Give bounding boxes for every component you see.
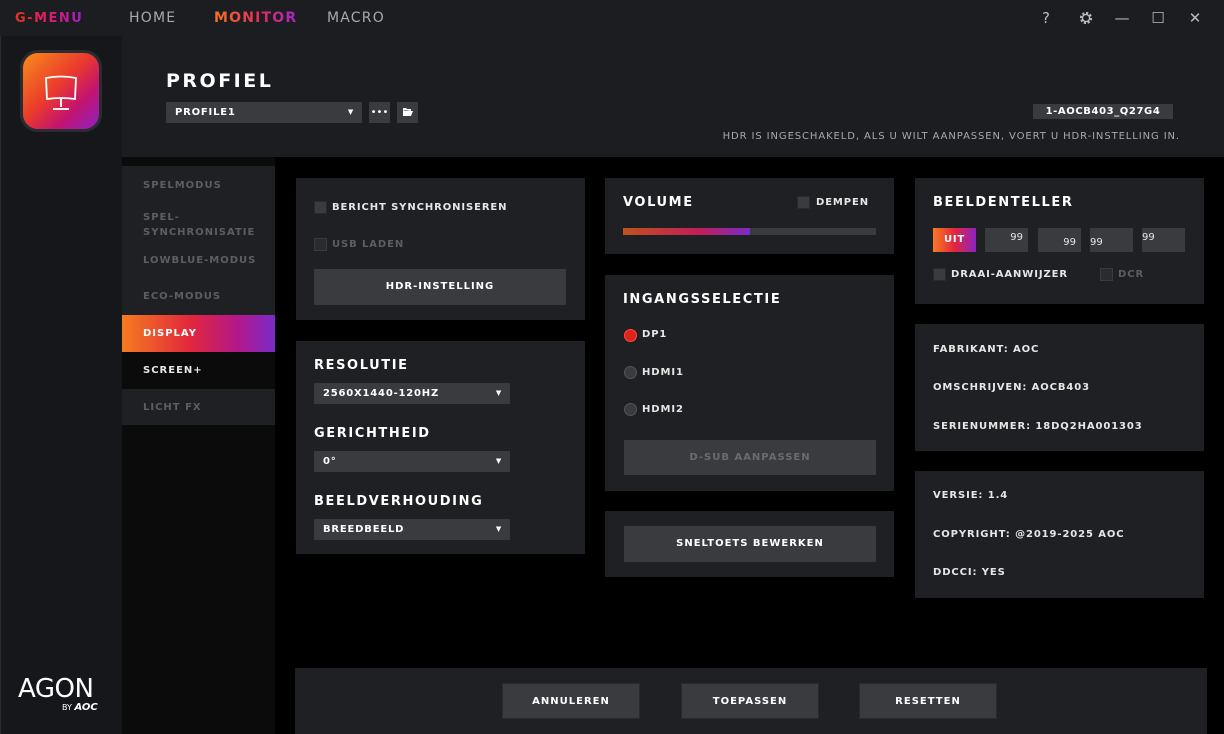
input-label-dp1: DP1 [642,329,668,340]
input-label-hdmi2: HDMI2 [642,404,684,415]
maximize-button[interactable]: ☐ [1147,8,1169,28]
ddcci-text: DDCCI: YES [933,567,1006,578]
beeldverhouding-title: BEELDVERHOUDING [314,494,484,509]
gerichtheid-title: GERICHTHEID [314,426,431,441]
chevron-down-icon: ▼ [495,525,502,533]
sidebar-item-eco-modus[interactable]: ECO-MODUS [122,291,275,302]
profile-select[interactable]: PROFILE1 ▼ [166,102,362,123]
dcr-checkbox [1100,268,1113,281]
usb-laden-checkbox [314,238,327,251]
copyright-text: COPYRIGHT: @2019-2025 AOC [933,529,1125,540]
gear-icon [1079,11,1093,25]
settings-button[interactable] [1075,8,1097,28]
hdr-instelling-button[interactable]: HDR-INSTELLING [314,269,566,305]
usb-laden-label: USB LADEN [332,239,405,250]
bericht-sync-label: BERICHT SYNCHRONISEREN [332,202,508,213]
more-icon: ••• [370,107,389,118]
agon-logo: AGON [18,674,94,704]
chevron-down-icon: ▼ [495,457,502,465]
resolutie-select[interactable]: 2560X1440-120HZ ▼ [314,383,510,404]
hdr-note: HDR IS INGESCHAKELD, ALS U WILT AANPASSE… [722,131,1180,142]
page-title: PROFIEL [166,70,274,92]
sidebar-item-spel-synchronisatie[interactable]: SPEL- SYNCHRONISATIE [122,210,275,240]
beeldverhouding-value: BREEDBEELD [323,524,405,535]
versie-text: VERSIE: 1.4 [933,490,1009,501]
sneltoets-bewerken-button[interactable]: SNELTOETS BEWERKEN [624,526,876,562]
tab-home[interactable]: HOME [129,10,176,26]
monitor-logo-tile[interactable] [20,50,102,132]
counter-box-4[interactable]: 99 [1142,228,1185,252]
dempen-label: DEMPEN [816,197,870,208]
annuleren-button[interactable]: ANNULEREN [502,683,640,719]
beeldverhouding-select[interactable]: BREEDBEELD ▼ [314,519,510,540]
tab-macro[interactable]: MACRO [327,10,385,26]
monitor-icon [45,75,77,110]
gerichtheid-select[interactable]: 0° ▼ [314,451,510,472]
volume-title: VOLUME [623,195,694,210]
sidebar-item-display[interactable]: DISPLAY [122,315,275,352]
resetten-button[interactable]: RESETTEN [859,683,997,719]
more-button[interactable]: ••• [369,102,390,123]
resolutie-value: 2560X1440-120HZ [323,388,440,399]
volume-slider[interactable] [623,228,876,235]
draai-aanwijzer-checkbox[interactable] [933,268,946,281]
sidebar-item-licht-fx[interactable]: LICHT FX [122,402,275,413]
omschrijven-text: OMSCHRIJVEN: AOCB403 [933,382,1090,393]
chevron-down-icon: ▼ [347,108,354,116]
input-label-hdmi1: HDMI1 [642,367,684,378]
beeldenteller-title: BEELDENTELLER [933,195,1074,210]
beeldenteller-toggle[interactable]: UIT [933,228,976,252]
gerichtheid-value: 0° [323,456,337,467]
input-radio-hdmi1[interactable] [624,366,637,379]
folder-icon [402,108,413,116]
input-radio-hdmi2[interactable] [624,403,637,416]
ingangsselectie-title: INGANGSSELECTIE [623,292,782,307]
counter-box-1[interactable]: 99 [985,228,1028,252]
draai-aanwijzer-label: DRAAI-AANWIJZER [951,269,1068,280]
tab-monitor[interactable]: MONITOR [214,10,297,26]
serienummer-text: SERIENUMMER: 18DQ2HA001303 [933,421,1143,432]
sidebar-item-screenplus[interactable]: SCREEN+ [122,352,275,389]
volume-panel [605,178,894,254]
dempen-checkbox[interactable] [797,196,810,209]
chevron-down-icon: ▼ [495,389,502,397]
model-badge: 1-AOCB403_Q27G4 [1033,104,1173,119]
folder-button[interactable] [397,102,418,123]
app-brand: G-MENU [15,11,84,26]
resolutie-title: RESOLUTIE [314,358,409,373]
dsub-aanpassen-button: D-SUB AANPASSEN [624,440,876,475]
input-radio-dp1[interactable] [624,329,637,342]
bericht-sync-checkbox[interactable] [314,201,327,214]
counter-box-3[interactable]: 99 [1090,228,1133,252]
profile-select-value: PROFILE1 [175,107,236,118]
dcr-label: DCR [1118,269,1145,280]
sidebar-item-lowblue-modus[interactable]: LOWBLUE-MODUS [122,255,275,266]
counter-box-2[interactable]: 99 [1038,228,1081,252]
toepassen-button[interactable]: TOEPASSEN [681,683,819,719]
by-aoc-logo: BY AOC [62,702,98,713]
help-button[interactable]: ? [1035,8,1057,28]
close-button[interactable]: ✕ [1184,8,1206,28]
sidebar-item-spelmodus[interactable]: SPELMODUS [122,180,275,191]
minimize-button[interactable]: — [1111,8,1133,28]
fabrikant-text: FABRIKANT: AOC [933,344,1040,355]
volume-slider-fill [623,228,750,235]
left-rail [0,36,122,734]
